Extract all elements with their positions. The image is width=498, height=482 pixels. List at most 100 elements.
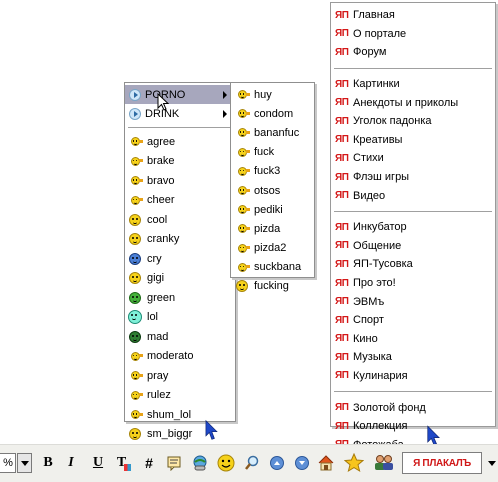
emoticon-item-mad[interactable]: mad [125, 327, 235, 347]
site-menu-item[interactable]: ЯП Видео [331, 186, 495, 205]
smiley-icon [234, 260, 250, 274]
site-menu-item-label: Картинки [353, 78, 400, 91]
hash-label: # [145, 455, 153, 471]
yp-logo-icon: ЯП [335, 46, 349, 58]
site-menu-item-label: Кулинария [353, 369, 408, 382]
emoticon-item-brake[interactable]: brake [125, 152, 235, 172]
gigi-smiley-icon [127, 271, 143, 285]
site-menu-item[interactable]: ЯП Спорт [331, 311, 495, 330]
users-button[interactable] [372, 453, 396, 473]
scroll-up-button[interactable] [268, 453, 286, 473]
font-color-button[interactable]: T [114, 453, 134, 473]
mad-smiley-icon [127, 330, 143, 344]
yp-logo-icon: ЯП [335, 9, 349, 21]
italic-button[interactable]: I [64, 453, 78, 473]
agree-smiley-icon [127, 135, 143, 149]
plakal-button[interactable]: Я ПЛАКАЛЪ [402, 452, 482, 474]
smiley-icon [217, 454, 235, 472]
emoticon-item-bravo[interactable]: bravo [125, 171, 235, 191]
favorites-button[interactable] [343, 453, 365, 473]
home-button[interactable] [316, 453, 336, 473]
site-menu-item[interactable]: ЯП ЭВМъ [331, 292, 495, 311]
yp-logo-icon: ЯП [335, 351, 349, 363]
site-menu-item[interactable]: ЯП Музыка [331, 348, 495, 367]
site-menu-item[interactable]: ЯП Анекдоты и приколы [331, 93, 495, 112]
site-menu-item[interactable]: ЯП Флэш игры [331, 168, 495, 187]
porno-item-huy[interactable]: huy [231, 85, 314, 104]
porno-item-label: pizda2 [254, 242, 287, 255]
emoticon-item-sm-biggr[interactable]: sm_biggr [125, 425, 235, 445]
site-menu-item[interactable]: ЯП Кино [331, 330, 495, 349]
emoticon-item-rulez[interactable]: rulez [125, 386, 235, 406]
porno-item-pizda[interactable]: pizda [231, 219, 314, 238]
emoticon-item-pray[interactable]: pray [125, 366, 235, 386]
emoticon-item-label: cranky [147, 233, 180, 246]
emoticon-item-shum-lol[interactable]: shum_lol [125, 405, 235, 425]
site-menu-item[interactable]: ЯП Кулинария [331, 367, 495, 386]
zoom-dropdown-button[interactable] [17, 453, 32, 473]
green-smiley-icon [127, 291, 143, 305]
bold-button[interactable]: B [40, 453, 56, 473]
porno-item-otsos[interactable]: otsos [231, 181, 314, 200]
porno-item-suckbana[interactable]: suckbana [231, 258, 314, 277]
search-button[interactable] [243, 453, 261, 473]
emoticon-item-cheer[interactable]: cheer [125, 191, 235, 211]
porno-item-label: huy [254, 88, 272, 101]
emoticon-item-agree[interactable]: agree [125, 132, 235, 152]
porno-item-pizda2[interactable]: pizda2 [231, 239, 314, 258]
toolbar-more-dropdown[interactable] [487, 453, 497, 473]
porno-item-fuck3[interactable]: fuck3 [231, 162, 314, 181]
porno-item-label: fucking [254, 280, 289, 293]
porno-item-bananfuc[interactable]: bananfuc [231, 123, 314, 142]
emoticon-item-cool[interactable]: cool [125, 210, 235, 230]
porno-item-fucking[interactable]: fucking [231, 277, 314, 296]
arrow-up-icon [270, 456, 284, 470]
submenu-porno[interactable]: PORNO [125, 85, 235, 104]
globe-link-icon [193, 455, 207, 471]
insert-link-button[interactable] [191, 453, 209, 473]
site-menu-item-label: Главная [353, 9, 395, 22]
site-menu-item[interactable]: ЯП О портале [331, 25, 495, 44]
hash-button[interactable]: # [142, 453, 156, 473]
emoticon-list: agree brake bravo cheer cool cranky cry gigi gre… [125, 132, 235, 464]
underline-label: U [92, 455, 104, 470]
site-menu-item-label: Инкубатор [353, 221, 407, 234]
emoticon-item-cranky[interactable]: cranky [125, 230, 235, 250]
underline-button[interactable]: U [91, 453, 105, 473]
emoticon-item-cry[interactable]: cry [125, 249, 235, 269]
cry-smiley-icon [127, 252, 143, 266]
smiley-icon [234, 107, 250, 121]
emoticon-item-green[interactable]: green [125, 288, 235, 308]
zoom-select[interactable]: % [0, 453, 16, 473]
site-menu-item[interactable]: ЯП Общение [331, 237, 495, 256]
smiley-button[interactable] [216, 453, 236, 473]
site-menu-item[interactable]: ЯП Золотой фонд [331, 398, 495, 417]
porno-item-condom[interactable]: condom [231, 104, 314, 123]
site-menu-item[interactable]: ЯП Про это! [331, 274, 495, 293]
site-menu-item[interactable]: ЯП Стихи [331, 149, 495, 168]
site-menu-item[interactable]: ЯП Картинки [331, 75, 495, 94]
site-menu-item[interactable]: ЯП Уголок падонка [331, 112, 495, 131]
porno-list: huy condom bananfuc fuck fuck3 otsos pediki piz… [231, 85, 314, 296]
site-menu-item[interactable]: ЯП Главная [331, 6, 495, 25]
smiley-icon [234, 88, 250, 102]
submenu-drink[interactable]: DRINK [125, 104, 235, 123]
scroll-down-button[interactable] [293, 453, 311, 473]
home-icon [318, 455, 334, 471]
site-menu-item[interactable]: ЯП ЯП-Тусовка [331, 255, 495, 274]
site-menu-item[interactable]: ЯП Форум [331, 43, 495, 62]
yp-logo-icon: ЯП [335, 370, 349, 382]
plakal-label: Я ПЛАКАЛЪ [413, 457, 471, 469]
yp-logo-icon: ЯП [335, 402, 349, 414]
site-menu-item[interactable]: ЯП Инкубатор [331, 218, 495, 237]
porno-item-pediki[interactable]: pediki [231, 200, 314, 219]
site-menu-item[interactable]: ЯП Креативы [331, 131, 495, 150]
emoticon-item-moderato[interactable]: moderato [125, 347, 235, 367]
quote-button[interactable] [165, 453, 183, 473]
emoticon-item-lol[interactable]: lol [125, 308, 235, 328]
yp-logo-icon: ЯП [335, 333, 349, 345]
porno-item-fuck[interactable]: fuck [231, 143, 314, 162]
site-menu-item-label: Флэш игры [353, 171, 410, 184]
site-menu-item[interactable]: ЯП Коллекция [331, 417, 495, 436]
emoticon-item-gigi[interactable]: gigi [125, 269, 235, 289]
